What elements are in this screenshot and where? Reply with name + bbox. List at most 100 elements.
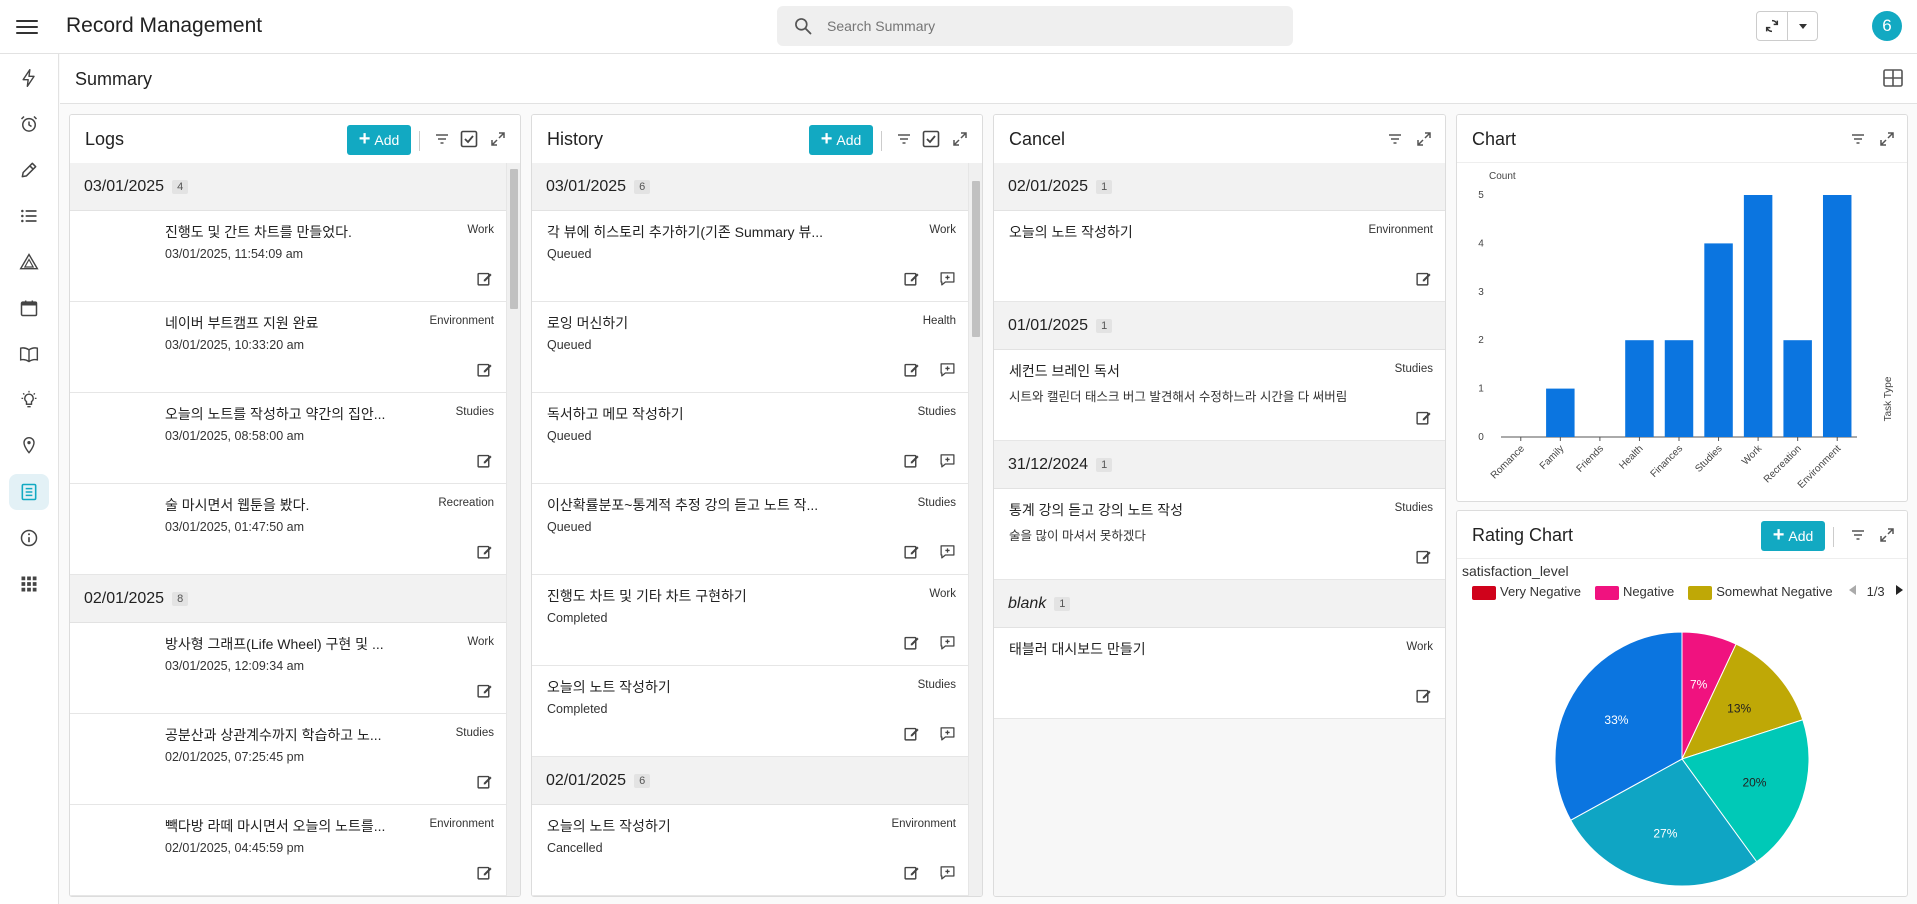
search-box[interactable] [777,6,1293,46]
list-item[interactable]: 오늘의 노트를 작성하고 약간의 집안... 03/01/2025, 08:58:… [70,393,506,484]
group-header[interactable]: 03/01/2025 6 [532,163,968,211]
list-item[interactable]: 이산확률분포~통계적 추정 강의 듣고 노트 작... Queued Studies [532,484,968,575]
list-item[interactable]: 진행도 차트 및 기타 차트 구현하기 Completed Work [532,575,968,666]
legend-prev-icon[interactable] [1847,584,1857,599]
edit-icon[interactable] [476,361,493,383]
calendar-icon[interactable] [9,290,49,326]
add-comment-icon[interactable] [939,270,956,292]
filter-icon[interactable] [1848,129,1868,149]
edit-icon[interactable] [903,864,920,886]
list-item[interactable]: 진행도 및 간트 차트를 만들었다. 03/01/2025, 11:54:09 a… [70,211,506,302]
search-input[interactable] [827,6,1267,46]
add-comment-icon[interactable] [939,361,956,383]
edit-icon[interactable] [903,270,920,292]
layout-grid-icon[interactable] [1883,69,1903,92]
checkbox-icon[interactable] [921,129,941,149]
filter-icon[interactable] [432,129,452,149]
sync-button[interactable] [1757,12,1787,40]
apps-grid-icon[interactable] [9,566,49,602]
lightbulb-icon[interactable] [9,382,49,418]
list-item[interactable]: 오늘의 노트 작성하기 Completed Studies [532,666,968,757]
book-icon[interactable] [9,336,49,372]
pencil-icon[interactable] [9,152,49,188]
expand-icon[interactable] [1877,129,1897,149]
list-item[interactable]: 빽다방 라떼 마시면서 오늘의 노트를... 02/01/2025, 04:45:… [70,805,506,896]
edit-icon[interactable] [476,452,493,474]
history-scrollbar[interactable] [968,163,982,896]
filter-icon[interactable] [1385,129,1405,149]
list-item[interactable]: 세컨드 브레인 독서 시트와 캘린더 태스크 버그 발견해서 수정하느라 시간을 … [994,350,1445,441]
add-comment-icon[interactable] [939,543,956,565]
record-list-icon[interactable] [9,474,49,510]
legend-label: Negative [1622,584,1675,599]
list-item[interactable]: 독서하고 메모 작성하기 Queued Studies [532,393,968,484]
edit-icon[interactable] [903,725,920,747]
legend-item[interactable]: Somewhat Negative [1688,584,1833,600]
avatar[interactable]: 6 [1872,11,1902,41]
edit-icon[interactable] [476,773,493,795]
legend-item[interactable]: Very Negative [1472,584,1581,600]
filter-icon[interactable] [894,129,914,149]
add-comment-icon[interactable] [939,725,956,747]
add-comment-icon[interactable] [939,634,956,656]
scroll-thumb[interactable] [510,169,518,309]
edit-icon[interactable] [903,543,920,565]
edit-icon[interactable] [476,864,493,886]
item-category-tag: Recreation [438,497,494,509]
edit-icon[interactable] [476,270,493,292]
triangle-rule-icon[interactable] [9,244,49,280]
edit-icon[interactable] [1415,409,1432,431]
group-header[interactable]: 03/01/2025 4 [70,163,506,211]
hamburger-menu-icon[interactable] [14,16,40,38]
edit-icon[interactable] [903,452,920,474]
logs-scrollbar[interactable] [506,163,520,896]
list-item[interactable]: 오늘의 노트 작성하기 Environment [994,211,1445,302]
item-title: 빽다방 라떼 마시면서 오늘의 노트를... [165,818,386,834]
list-item[interactable]: 각 뷰에 히스토리 추가하기(기존 Summary 뷰... Queued Work [532,211,968,302]
edit-icon[interactable] [1415,548,1432,570]
expand-icon[interactable] [1414,129,1434,149]
rating-add-button[interactable]: + Add [1761,521,1825,551]
filter-icon[interactable] [1848,525,1868,545]
history-add-button[interactable]: + Add [809,125,873,155]
logs-add-button[interactable]: + Add [347,125,411,155]
scroll-thumb[interactable] [972,181,980,337]
list-item[interactable]: 술 마시면서 웹툰을 봤다. 03/01/2025, 01:47:50 am Rec… [70,484,506,575]
group-header[interactable]: 02/01/2025 6 [532,757,968,805]
expand-icon[interactable] [488,129,508,149]
group-header[interactable]: blank 1 [994,580,1445,628]
checkbox-icon[interactable] [459,129,479,149]
edit-icon[interactable] [903,361,920,383]
alarm-icon[interactable] [9,106,49,142]
group-header[interactable]: 31/12/2024 1 [994,441,1445,489]
edit-icon[interactable] [476,543,493,565]
legend-item[interactable]: Negative [1594,584,1675,600]
edit-icon[interactable] [476,682,493,704]
group-header[interactable]: 02/01/2025 1 [994,163,1445,211]
location-bulb-icon[interactable] [9,428,49,464]
group-header[interactable]: 02/01/2025 8 [70,575,506,623]
list-item[interactable]: 네이버 부트캠프 지원 완료 03/01/2025, 10:33:20 am Env… [70,302,506,393]
item-subtitle: 03/01/2025, 01:47:50 am [165,520,305,534]
expand-icon[interactable] [1877,525,1897,545]
add-comment-icon[interactable] [939,452,956,474]
pie-slice-label: 33% [1604,713,1628,727]
list-item[interactable]: 공분산과 상관계수까지 학습하고 노... 02/01/2025, 07:25:4… [70,714,506,805]
list-item[interactable]: 방사형 그래프(Life Wheel) 구현 및 ... 03/01/2025, … [70,623,506,714]
edit-icon[interactable] [1415,687,1432,709]
flash-icon[interactable] [9,60,49,96]
list-item[interactable]: 통계 강의 듣고 강의 노트 작성 술을 많이 마셔서 못하겠다 Studies [994,489,1445,580]
expand-icon[interactable] [950,129,970,149]
list-item[interactable]: 태블러 대시보드 만들기 Work [994,628,1445,719]
group-header[interactable]: 01/01/2025 1 [994,302,1445,350]
edit-icon[interactable] [903,634,920,656]
info-icon[interactable] [9,520,49,556]
add-comment-icon[interactable] [939,864,956,886]
list-item[interactable]: 오늘의 노트 작성하기 Cancelled Environment [532,805,968,896]
list-icon[interactable] [9,198,49,234]
list-item[interactable]: 로잉 머신하기 Queued Health [532,302,968,393]
rating-legend: Very Negative Negative Somewhat Negative 1/… [1472,584,1905,600]
sync-dropdown-button[interactable] [1787,12,1817,40]
legend-next-icon[interactable] [1895,584,1905,599]
edit-icon[interactable] [1415,270,1432,292]
